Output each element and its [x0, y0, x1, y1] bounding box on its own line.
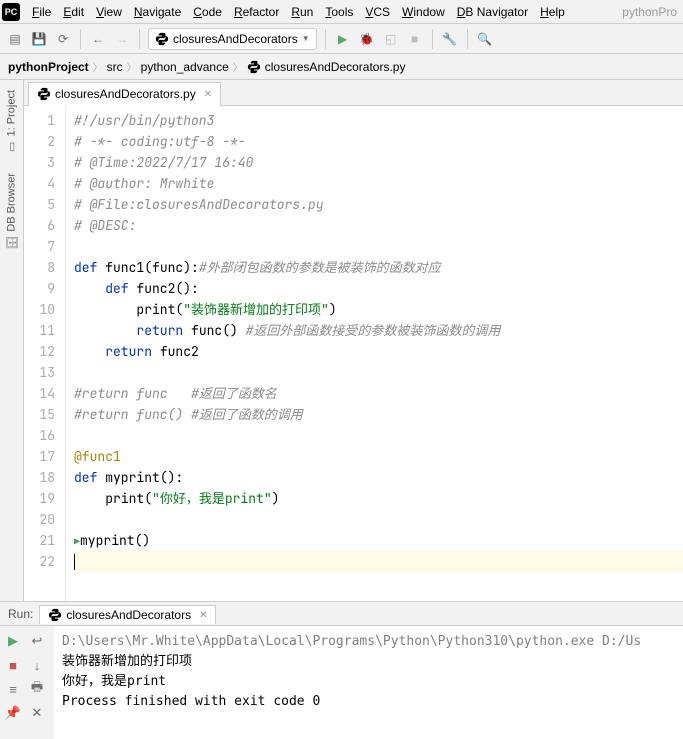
breadcrumb-bar: pythonProject 〉 src 〉 python_advance 〉 c… — [0, 54, 683, 80]
breadcrumb-item[interactable]: src — [107, 60, 123, 74]
file-tab[interactable]: closuresAndDecorators.py ✕ — [28, 82, 221, 106]
project-name-hint: pythonPro — [622, 5, 681, 19]
stop-icon[interactable]: ■ — [406, 30, 424, 48]
menu-item-help[interactable]: Help — [534, 3, 571, 21]
code-content[interactable]: #!/usr/bin/python3# -*- coding:utf-8 -*-… — [66, 106, 683, 601]
menu-item-window[interactable]: Window — [396, 3, 451, 21]
chevron-down-icon: ▼ — [302, 34, 310, 43]
editor-tabs: closuresAndDecorators.py ✕ — [24, 80, 683, 106]
breadcrumb-file[interactable]: closuresAndDecorators.py — [265, 60, 406, 74]
code-editor[interactable]: 12345678910111213141516171819202122 #!/u… — [24, 106, 683, 601]
python-icon — [155, 32, 169, 46]
forward-icon[interactable]: → — [113, 30, 131, 48]
pin-icon[interactable]: 📌 — [2, 702, 24, 724]
menu-item-tools[interactable]: Tools — [319, 3, 359, 21]
menu-item-code[interactable]: Code — [187, 3, 228, 21]
menu-item-navigate[interactable]: Navigate — [128, 3, 187, 21]
run-config-selector[interactable]: closuresAndDecorators ▼ — [148, 28, 317, 50]
menu-item-vcs[interactable]: VCS — [359, 3, 396, 21]
stop-button[interactable]: ■ — [2, 654, 24, 676]
run-tab-label: closuresAndDecorators — [66, 608, 191, 622]
line-number-gutter: 12345678910111213141516171819202122 — [24, 106, 66, 601]
clear-icon[interactable]: ✕ — [26, 702, 48, 724]
menu-item-refactor[interactable]: Refactor — [228, 3, 285, 21]
print-icon[interactable]: 🖶 — [26, 678, 48, 700]
wrench-icon[interactable]: 🔧 — [441, 30, 459, 48]
run-tab[interactable]: closuresAndDecorators ✕ — [39, 605, 216, 624]
project-icon: ▭ — [5, 140, 18, 153]
close-icon[interactable]: ✕ — [199, 610, 207, 621]
run-button[interactable]: ▶ — [334, 30, 352, 48]
menu-item-run[interactable]: Run — [285, 3, 319, 21]
save-icon[interactable]: 💾 — [30, 30, 48, 48]
menu-item-view[interactable]: View — [90, 3, 128, 21]
run-tool-window: Run: closuresAndDecorators ✕ ▶ ↩ ■ ↓ ≡ 🖶… — [0, 601, 683, 739]
tab-label: closuresAndDecorators.py — [55, 87, 196, 101]
run-toolbar: ▶ ↩ ■ ↓ ≡ 🖶 📌 ✕ — [0, 626, 54, 739]
close-icon[interactable]: ✕ — [204, 89, 212, 100]
main-toolbar: ▤ 💾 ⟳ ← → closuresAndDecorators ▼ ▶ 🐞 ◱ … — [0, 24, 683, 54]
sync-icon[interactable]: ⟳ — [54, 30, 72, 48]
left-tool-sidebar: ▭1: Project 🗄DB Browser — [0, 80, 24, 601]
toggle-soft-wrap-icon[interactable]: ↩ — [26, 630, 48, 652]
search-icon[interactable]: 🔍 — [476, 30, 494, 48]
run-output[interactable]: D:\Users\Mr.White\AppData\Local\Programs… — [54, 626, 683, 739]
back-icon[interactable]: ← — [89, 30, 107, 48]
project-tool-tab[interactable]: ▭1: Project — [3, 84, 20, 159]
menu-item-file[interactable]: File — [26, 3, 57, 21]
layout-icon[interactable]: ≡ — [2, 678, 24, 700]
coverage-icon[interactable]: ◱ — [382, 30, 400, 48]
db-browser-tab[interactable]: 🗄DB Browser — [3, 167, 20, 256]
app-logo: PC — [2, 3, 20, 21]
run-panel-label: Run: — [8, 607, 33, 621]
menu-item-db-navigator[interactable]: DB Navigator — [451, 3, 534, 21]
open-icon[interactable]: ▤ — [6, 30, 24, 48]
python-icon — [247, 60, 261, 74]
db-icon: 🗄 — [5, 237, 19, 250]
rerun-button[interactable]: ▶ — [2, 630, 24, 652]
debug-button[interactable]: 🐞 — [358, 30, 376, 48]
scroll-to-end-icon[interactable]: ↓ — [26, 654, 48, 676]
menu-bar: PC FileEditViewNavigateCodeRefactorRunTo… — [0, 0, 683, 24]
run-config-name: closuresAndDecorators — [173, 32, 298, 46]
breadcrumb-root[interactable]: pythonProject — [8, 60, 89, 74]
python-icon — [48, 608, 62, 622]
breadcrumb-item[interactable]: python_advance — [141, 60, 229, 74]
python-icon — [37, 87, 51, 101]
menu-item-edit[interactable]: Edit — [57, 3, 90, 21]
